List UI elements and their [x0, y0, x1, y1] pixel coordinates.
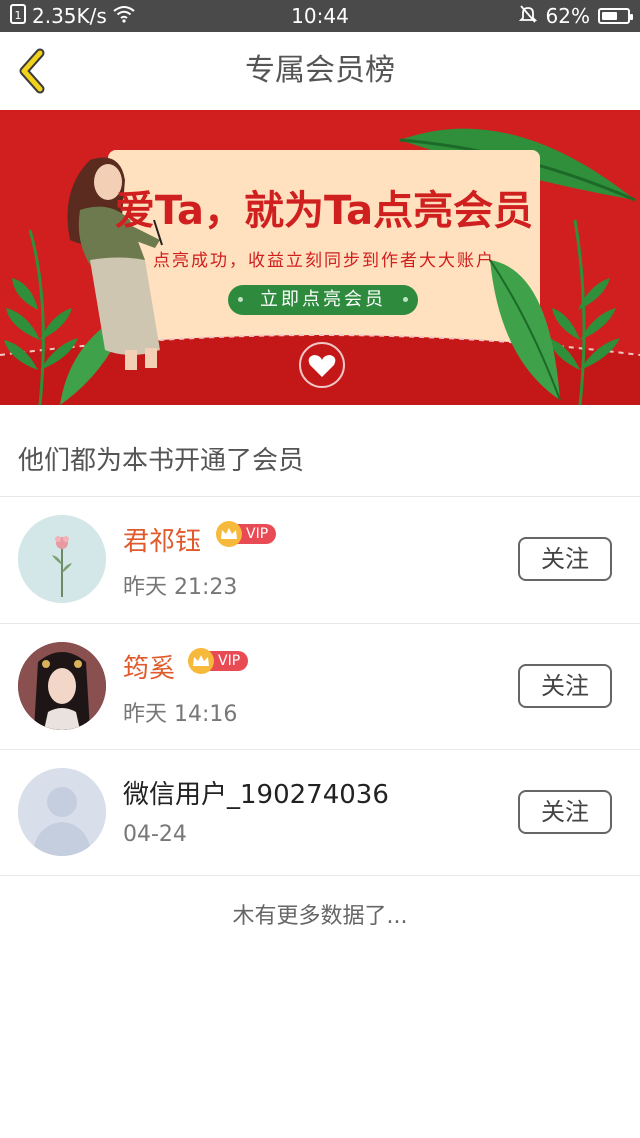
member-name[interactable]: 君祁钰 [123, 521, 201, 558]
divider [0, 875, 640, 876]
member-name[interactable]: 微信用户_190274036 [123, 774, 389, 811]
vip-badge: VIP [216, 521, 277, 547]
battery-icon [598, 8, 633, 24]
vip-badge: VIP [188, 648, 249, 674]
vip-label: VIP [236, 524, 277, 544]
network-speed: 2.35K/s [32, 4, 107, 28]
notification-icon: 1 [10, 3, 26, 29]
wifi-icon [113, 4, 135, 28]
activate-membership-button[interactable]: 立即点亮会员 [228, 285, 418, 315]
status-right: 62% [518, 0, 633, 32]
member-time: 04-24 [123, 822, 187, 847]
mute-bell-icon [518, 4, 538, 29]
promo-banner[interactable]: 爱Ta，就为Ta点亮会员 点亮成功，收益立刻同步到作者大大账户 立即点亮会员 [0, 110, 640, 405]
crown-icon [188, 648, 214, 674]
no-more-data-text: 木有更多数据了... [232, 904, 408, 929]
default-avatar-icon[interactable] [18, 768, 106, 856]
banner-headline: 爱Ta，就为Ta点亮会员 [114, 188, 534, 234]
crown-icon [216, 521, 242, 547]
page-title: 专属会员榜 [245, 53, 395, 88]
banner-subtitle: 点亮成功，收益立刻同步到作者大大账户 [153, 251, 495, 271]
fern-right-icon [489, 219, 620, 405]
svg-text:1: 1 [15, 9, 22, 22]
member-name[interactable]: 筠奚 [123, 648, 175, 685]
status-left: 1 2.35K/s [10, 0, 135, 32]
back-button[interactable] [14, 48, 54, 94]
avatar[interactable] [18, 642, 106, 730]
section-title: 他们都为本书开通了会员 [18, 446, 305, 476]
battery-percent: 62% [545, 4, 590, 28]
member-row[interactable]: 筠奚 VIP 昨天 14:16 关注 [0, 624, 640, 750]
follow-button[interactable]: 关注 [518, 790, 612, 834]
member-row[interactable]: 微信用户_190274036 04-24 关注 [0, 750, 640, 876]
app-header: 专属会员榜 [0, 32, 640, 111]
follow-button[interactable]: 关注 [518, 537, 612, 581]
member-time: 昨天 14:16 [123, 702, 238, 727]
back-arrow-icon [19, 48, 45, 94]
avatar[interactable] [18, 515, 106, 603]
follow-button[interactable]: 关注 [518, 664, 612, 708]
status-bar: 1 2.35K/s 10:44 62% [0, 0, 640, 32]
member-row[interactable]: 君祁钰 VIP 昨天 21:23 关注 [0, 497, 640, 623]
vip-label: VIP [208, 651, 249, 671]
member-time: 昨天 21:23 [123, 575, 238, 600]
